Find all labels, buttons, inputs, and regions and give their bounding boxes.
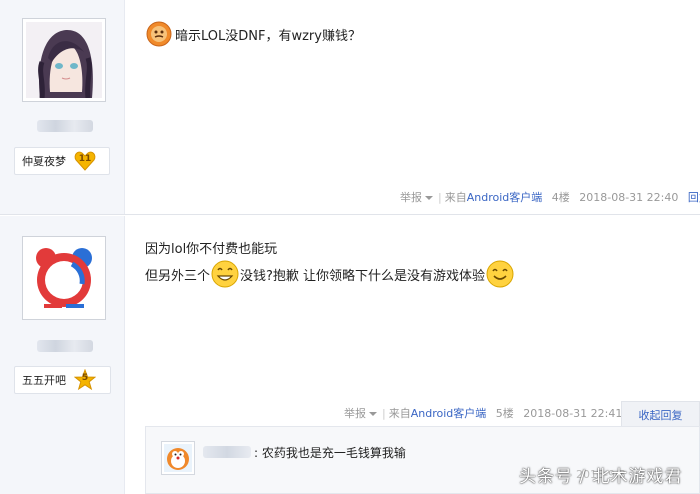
- post-2-text-line-1: 因为lol你不付费也能玩: [145, 242, 278, 257]
- post-2-text-line-2a: 但另外三个: [145, 268, 211, 284]
- post-2-content-line-1: 因为lol你不付费也能玩: [145, 238, 277, 257]
- post-2-username-blurred: [37, 340, 93, 352]
- post-1-floor: 4楼: [551, 191, 570, 204]
- post-2-badge-name: 五五开吧: [22, 374, 66, 387]
- post-1-meta: 举报|来自Android客户端 4楼 2018-08-31 22:40 回复: [400, 189, 700, 205]
- smile-emoji-icon: [486, 260, 514, 288]
- sub-reply-username-blurred: [203, 446, 251, 458]
- sub-reply-text: : 农药我也是充一毛钱算我输: [254, 446, 406, 460]
- post-1-text: 暗示LOL没DNF，有wzry赚钱？: [175, 28, 361, 44]
- post-divider: [0, 214, 700, 215]
- anime-girl-avatar-icon: [26, 22, 102, 98]
- post-1-source-client[interactable]: Android客户端: [467, 191, 543, 204]
- post-2-text-line-2b: 没钱?抱歉 让你领略下什么是没有游戏体验: [240, 268, 486, 284]
- post-2-report-link[interactable]: 举报: [344, 407, 366, 420]
- post-2-meta: 举报 | 来自Android客户端 5楼 2018-08-31 22:41: [344, 407, 623, 420]
- post-2-floor: 5楼: [495, 407, 514, 420]
- post-2-source-client[interactable]: Android客户端: [411, 407, 487, 420]
- post-1-avatar[interactable]: [22, 18, 106, 102]
- post-2-level: 5: [81, 373, 89, 383]
- report-dropdown-icon[interactable]: [425, 196, 433, 200]
- level-star-icon: 5: [73, 368, 97, 391]
- post-1-report-link[interactable]: 举报: [400, 191, 422, 204]
- panda-logo-avatar-icon: [26, 240, 102, 316]
- post-1-level: 11: [78, 154, 92, 164]
- post-2-avatar[interactable]: [22, 236, 106, 320]
- sub-reply-avatar[interactable]: [161, 441, 195, 475]
- level-heart-icon: 11: [74, 150, 96, 172]
- post-2-user-badge[interactable]: 五五开吧 5: [14, 366, 111, 394]
- post-2-datetime: 2018-08-31 22:41: [523, 407, 623, 420]
- post-1-user-badge[interactable]: 仲夏夜梦 11: [14, 147, 110, 175]
- watermark: 头条号 / 北木游戏君: [519, 467, 683, 487]
- post-1-content: 暗示LOL没DNF，有wzry赚钱？: [145, 20, 361, 48]
- post-1-badge-name: 仲夏夜梦: [22, 155, 66, 168]
- post-2-content-line-2: 但另外三个 没钱?抱歉 让你领略下什么是没有游戏体验: [145, 259, 515, 289]
- orange-face-emoji-icon: [146, 21, 172, 47]
- doraemon-avatar-icon: [164, 444, 192, 472]
- post-1-username-blurred: [37, 120, 93, 132]
- grin-emoji-icon: [211, 260, 239, 288]
- post-2-source-prefix: 来自: [388, 407, 411, 420]
- collapse-reply-button[interactable]: 收起回复: [621, 401, 700, 427]
- post-1-reply-button[interactable]: 回复: [688, 191, 700, 204]
- post-1-datetime: 2018-08-31 22:40: [579, 191, 679, 204]
- report-dropdown-icon[interactable]: [369, 412, 377, 416]
- post-1-source-prefix: 来自: [444, 191, 467, 204]
